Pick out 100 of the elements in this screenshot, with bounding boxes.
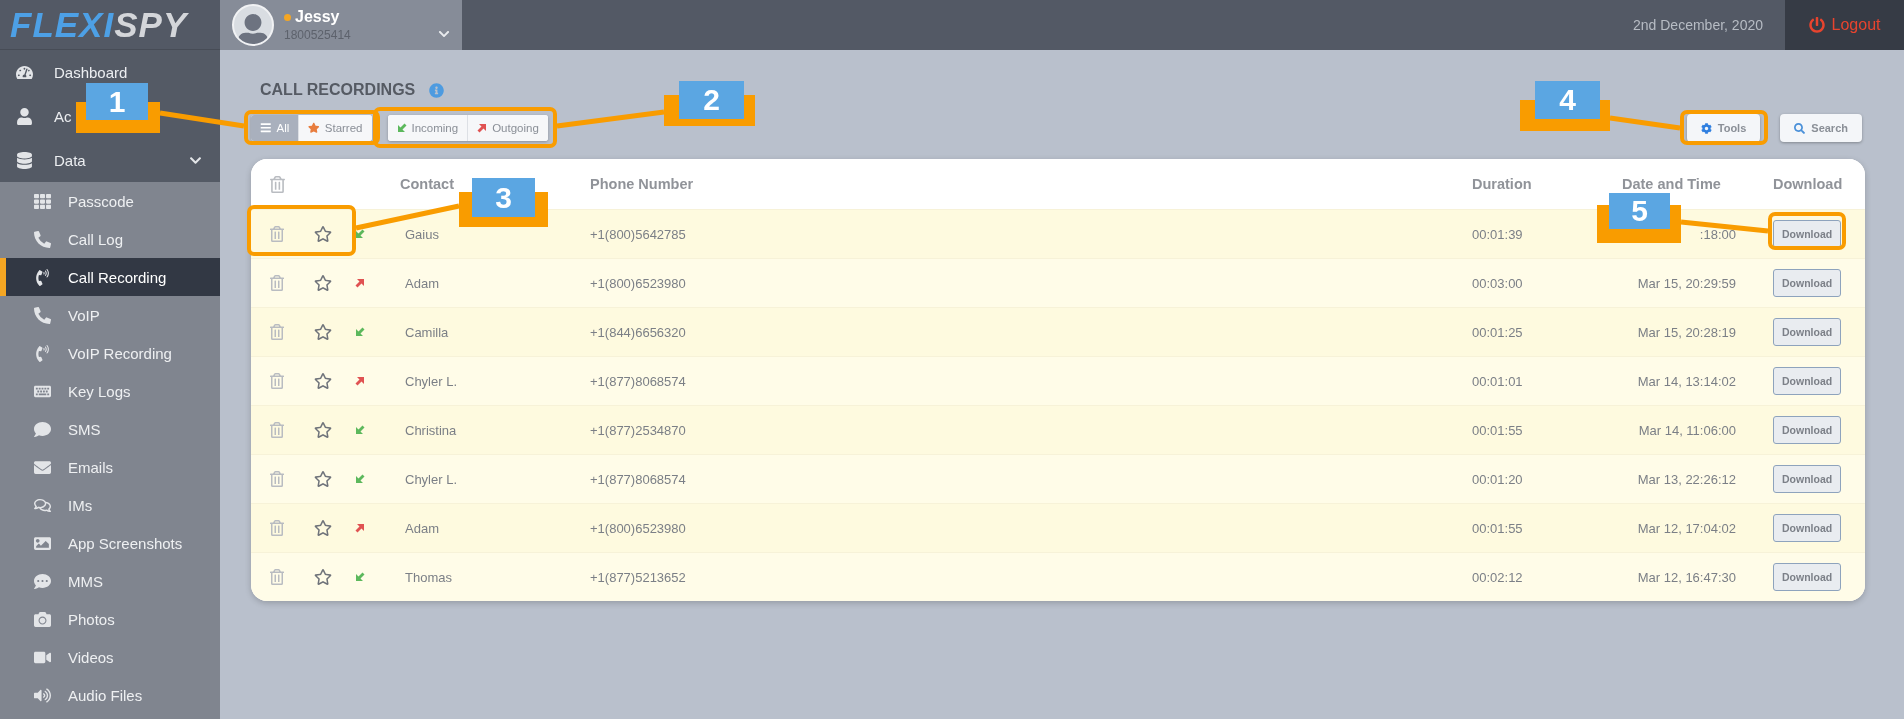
phone-cell-text: +1(844)6656320 <box>590 324 687 340</box>
chat-bubbles-icon <box>33 496 51 514</box>
phone-cell-text: +1(800)6523980 <box>590 275 687 291</box>
info-icon[interactable] <box>429 82 445 98</box>
filter-tab[interactable]: Starred <box>298 115 372 141</box>
phone-waves-icon <box>33 268 51 286</box>
callout-number: 5 <box>1609 193 1670 229</box>
download-button[interactable]: Download <box>1773 563 1842 591</box>
date-cell-text: Mar 14, 13:14:02 <box>1636 373 1736 389</box>
page-title: CALL RECORDINGS <box>260 81 416 99</box>
trash-icon[interactable] <box>269 373 285 389</box>
callout-number: 4 <box>1535 81 1600 119</box>
sidebar-item[interactable]: Audio Files <box>0 676 220 714</box>
duration-cell-text: 00:01:20 <box>1472 471 1524 487</box>
sidebar-label: Call Log <box>68 230 124 248</box>
sidebar-label: Photos <box>68 610 115 628</box>
download-button[interactable]: Download <box>1773 416 1842 444</box>
star-icon[interactable] <box>314 421 332 439</box>
callout-number: 2 <box>679 81 744 119</box>
search-icon <box>1794 122 1806 134</box>
sidebar-item[interactable]: Call Log <box>0 220 220 258</box>
logout-button[interactable]: Logout <box>1785 0 1904 50</box>
sidebar-item[interactable]: SMS <box>0 410 220 448</box>
trash-icon[interactable] <box>269 569 285 585</box>
column-header: Download <box>1772 176 1844 192</box>
power-icon <box>1808 17 1825 33</box>
arrow-up-right-icon <box>477 123 488 133</box>
sidebar-label: IMs <box>68 496 93 514</box>
filter-tab[interactable]: All <box>251 115 299 141</box>
sidebar-item[interactable]: MMS <box>0 562 220 600</box>
contact-cell-text: Gaius <box>404 226 440 242</box>
speaker-icon <box>33 686 51 704</box>
sidebar-item[interactable]: Passcode <box>0 182 220 220</box>
sidebar-item[interactable]: Call Recording <box>0 258 220 296</box>
star-icon[interactable] <box>314 323 332 341</box>
download-button[interactable]: Download <box>1773 367 1842 395</box>
chevron-icon <box>438 28 450 40</box>
person-icon <box>15 107 33 125</box>
phone-waves-icon <box>33 344 51 362</box>
trash-icon[interactable] <box>269 275 285 291</box>
phone-cell-text: +1(800)6523980 <box>590 520 687 536</box>
filter-tab[interactable]: Incoming <box>387 115 468 141</box>
contact-cell-text: Adam <box>404 520 440 536</box>
arrow-down-left-icon <box>396 123 407 133</box>
star-icon[interactable] <box>314 470 332 488</box>
trash-icon[interactable] <box>269 324 285 340</box>
download-button[interactable]: Download <box>1773 269 1842 297</box>
column-header: Phone Number <box>590 176 695 192</box>
star-icon[interactable] <box>314 519 332 537</box>
download-button[interactable]: Download <box>1773 465 1842 493</box>
camera-icon <box>33 610 51 628</box>
contact-cell-text: Chyler L. <box>404 373 459 389</box>
phone-icon <box>33 230 51 248</box>
date-cell-text: Mar 15, 20:29:59 <box>1636 275 1736 291</box>
trash-icon[interactable] <box>269 520 285 536</box>
star-icon[interactable] <box>314 274 332 292</box>
phone-cell-text: +1(877)8068574 <box>590 471 687 487</box>
star-icon <box>308 122 320 134</box>
date-cell-text: Mar 12, 17:04:02 <box>1636 520 1736 536</box>
callout-number: 1 <box>86 83 148 120</box>
trash-icon[interactable] <box>269 422 285 438</box>
sidebar-item[interactable]: VoIP Recording <box>0 334 220 372</box>
sidebar-label: VoIP <box>68 306 100 324</box>
sidebar-item[interactable]: Data <box>54 151 86 169</box>
sidebar-item[interactable]: Emails <box>0 448 220 486</box>
date-cell-text: Mar 13, 22:26:12 <box>1636 471 1736 487</box>
callout-number: 3 <box>472 178 535 217</box>
trash-icon[interactable] <box>269 226 285 242</box>
search-button[interactable]: Search <box>1780 114 1862 142</box>
column-header: Contact <box>399 176 455 192</box>
image-icon <box>33 534 51 552</box>
avatar <box>232 4 274 46</box>
sidebar-item[interactable]: IMs <box>0 486 220 524</box>
sidebar-item[interactable]: Ac <box>54 107 72 125</box>
download-button[interactable]: Download <box>1773 318 1842 346</box>
download-button[interactable]: Download <box>1773 220 1842 248</box>
contact-cell-text: Adam <box>404 275 440 291</box>
sidebar-label: App Screenshots <box>68 534 183 552</box>
star-icon[interactable] <box>314 225 332 243</box>
phone-cell-text: +1(800)5642785 <box>590 226 687 242</box>
star-icon[interactable] <box>314 372 332 390</box>
trash-icon[interactable] <box>268 175 286 193</box>
date-cell-text: Mar 14, 11:06:00 <box>1637 422 1736 438</box>
sidebar-item[interactable]: Videos <box>0 638 220 676</box>
duration-cell-text: 00:01:25 <box>1472 324 1524 340</box>
contact-cell-text: Camilla <box>404 324 450 340</box>
contact-cell-text: Chyler L. <box>404 471 459 487</box>
sidebar-item[interactable]: Dashboard <box>54 63 128 81</box>
duration-cell-text: 00:01:55 <box>1472 422 1524 438</box>
download-button[interactable]: Download <box>1773 514 1842 542</box>
tools-button[interactable]: Tools <box>1686 114 1761 142</box>
trash-icon[interactable] <box>269 471 285 487</box>
grid-icon <box>33 192 51 210</box>
sidebar-item[interactable]: Key Logs <box>0 372 220 410</box>
sidebar-label: Key Logs <box>68 382 131 400</box>
star-icon[interactable] <box>314 568 332 586</box>
sidebar-item[interactable]: App Screenshots <box>0 524 220 562</box>
sidebar-item[interactable]: Photos <box>0 600 220 638</box>
sidebar-item[interactable]: VoIP <box>0 296 220 334</box>
filter-tab[interactable]: Outgoing <box>467 115 548 141</box>
